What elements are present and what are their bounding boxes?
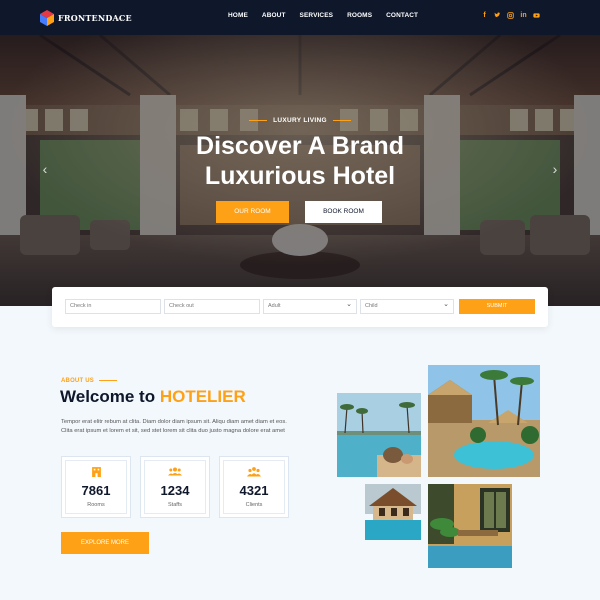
- nav-about[interactable]: ABOUT: [262, 12, 286, 19]
- check-out-input[interactable]: Check out: [164, 299, 260, 314]
- book-room-button[interactable]: BOOK ROOM: [305, 201, 382, 223]
- resort-pool-image-4: [428, 484, 512, 568]
- about-title-prefix: Welcome to: [60, 387, 160, 406]
- our-room-button[interactable]: OUR ROOM: [216, 201, 289, 223]
- nav-contact[interactable]: CONTACT: [386, 12, 418, 19]
- stat-card-staffs: 1234 Staffs: [140, 456, 210, 518]
- instagram-icon[interactable]: [507, 12, 514, 19]
- stat-card-rooms: 7861 Rooms: [61, 456, 131, 518]
- submit-button[interactable]: SUBMIT: [459, 299, 535, 314]
- hero-title: Discover A Brand Luxurious Hotel: [196, 132, 404, 190]
- stat-card-clients: 4321 Clients: [219, 456, 289, 518]
- stat-number: 1234: [160, 483, 190, 498]
- hotel-icon: [62, 466, 130, 480]
- stat-number: 4321: [239, 483, 269, 498]
- youtube-icon[interactable]: [533, 12, 540, 19]
- hero-carousel: LUXURY LIVING Discover A Brand Luxurious…: [0, 35, 600, 306]
- booking-form: Check in Check out Adult Child SUBMIT: [52, 287, 548, 327]
- users-icon: [141, 466, 209, 480]
- navbar: FRONTENDACE .com HOME ABOUT SERVICES ROO…: [0, 0, 600, 35]
- social-links: f in: [481, 12, 540, 19]
- stat-label: Staffs: [168, 502, 182, 508]
- cube-logo-icon: [40, 10, 54, 26]
- users-group-icon: [220, 466, 288, 480]
- twitter-icon[interactable]: [494, 12, 501, 19]
- linkedin-icon[interactable]: in: [520, 12, 527, 19]
- carousel-next-icon[interactable]: ›: [548, 162, 562, 176]
- stat-label: Clients: [245, 502, 263, 508]
- about-paragraph: Tempor erat elitr rebum at clita. Diam d…: [61, 419, 287, 434]
- nav-services[interactable]: SERVICES: [300, 12, 334, 19]
- resort-pool-image-3: [365, 484, 421, 540]
- facebook-icon[interactable]: f: [481, 12, 488, 19]
- hero-subtitle: LUXURY LIVING: [0, 117, 600, 124]
- about-title-accent: HOTELIER: [159, 387, 246, 406]
- explore-more-button[interactable]: EXPLORE MORE: [61, 532, 149, 554]
- adult-select[interactable]: Adult: [263, 298, 357, 314]
- nav-home[interactable]: HOME: [228, 12, 248, 19]
- brand-tagline: .com: [116, 17, 123, 21]
- stat-number: 7861: [81, 483, 111, 498]
- about-title: Welcome to HOTELIER: [60, 387, 246, 407]
- about-tag: ABOUT US: [61, 378, 117, 384]
- stat-label: Rooms: [87, 502, 105, 508]
- main-menu: HOME ABOUT SERVICES ROOMS CONTACT: [228, 12, 418, 19]
- carousel-prev-icon[interactable]: ‹: [38, 162, 52, 176]
- nav-rooms[interactable]: ROOMS: [347, 12, 372, 19]
- brand-logo[interactable]: FRONTENDACE .com: [38, 8, 132, 28]
- check-in-input[interactable]: Check in: [65, 299, 161, 314]
- child-select[interactable]: Child: [360, 298, 454, 314]
- resort-pool-image-2: [428, 365, 540, 477]
- resort-pool-image-1: [337, 393, 421, 477]
